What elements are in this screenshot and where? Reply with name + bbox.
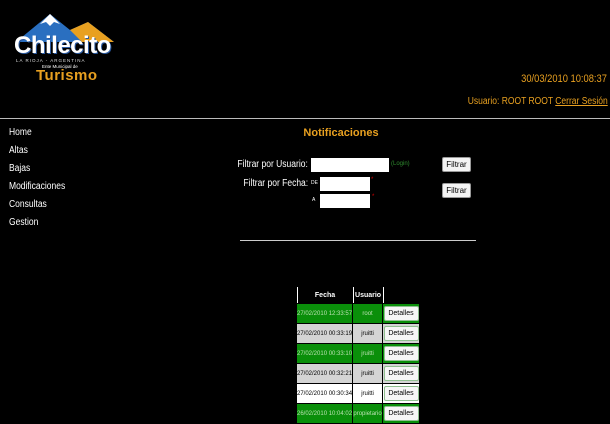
cell-usuario: propietario — [353, 404, 383, 423]
cell-usuario: jruitti — [353, 384, 383, 403]
cell-usuario: jruitti — [353, 364, 383, 383]
notifications-table: Fecha Usuario 27/02/2010 12:33:57 root D… — [296, 286, 420, 424]
sidebar-item-gestion[interactable]: Gestion — [9, 217, 65, 235]
table-row: 27/02/2010 00:33:19 jruitti Detalles — [297, 324, 419, 343]
cell-actions: Detalles — [383, 344, 419, 363]
logo-turismo: Turismo — [36, 67, 98, 84]
cell-actions: Detalles — [383, 404, 419, 423]
cell-actions: Detalles — [383, 364, 419, 383]
table-header-row: Fecha Usuario — [297, 287, 419, 303]
sidebar-nav: Home Altas Bajas Modificaciones Consulta… — [9, 127, 75, 235]
sidebar-item-bajas[interactable]: Bajas — [9, 163, 65, 181]
table-row: 27/02/2010 12:33:57 root Detalles — [297, 304, 419, 323]
cell-usuario: root — [353, 304, 383, 323]
details-button[interactable]: Detalles — [383, 366, 419, 381]
date-from-marker: * — [371, 177, 374, 183]
details-button[interactable]: Detalles — [383, 306, 419, 321]
login-hint: (Login) — [391, 161, 410, 167]
table-row: 27/02/2010 00:33:10 jruitti Detalles — [297, 344, 419, 363]
chilecito-turismo-logo: Chilecito LA RIOJA - ARGENTINA Ente Muni… — [10, 12, 120, 84]
cell-fecha: 27/02/2010 00:30:34 — [297, 384, 353, 403]
filter-user-label: Filtrar por Usuario: — [237, 159, 308, 170]
filter-date-button[interactable]: Filtrar — [442, 183, 471, 198]
column-header-actions — [383, 287, 419, 303]
filter-user-button[interactable]: Filtrar — [442, 157, 471, 172]
date-from-input[interactable] — [320, 177, 370, 191]
table-row: 27/02/2010 00:30:34 jruitti Detalles — [297, 384, 419, 403]
cell-fecha: 26/02/2010 10:04:02 — [297, 404, 353, 423]
cell-usuario: jruitti — [353, 344, 383, 363]
date-from-label: DE — [311, 180, 318, 186]
logout-link[interactable]: Cerrar Sesión — [556, 96, 608, 107]
sidebar-item-consultas[interactable]: Consultas — [9, 199, 65, 217]
cell-fecha: 27/02/2010 00:33:10 — [297, 344, 353, 363]
details-button[interactable]: Detalles — [383, 386, 419, 401]
cell-fecha: 27/02/2010 00:32:21 — [297, 364, 353, 383]
table-body: 27/02/2010 12:33:57 root Detalles 27/02/… — [297, 304, 419, 423]
filter-date-label: Filtrar por Fecha: — [243, 178, 308, 189]
sidebar-item-home[interactable]: Home — [9, 127, 65, 145]
details-button[interactable]: Detalles — [383, 346, 419, 361]
date-to-input[interactable] — [320, 194, 370, 208]
table-row: 26/02/2010 10:04:02 propietario Detalles — [297, 404, 419, 423]
details-button[interactable]: Detalles — [383, 406, 419, 421]
cell-actions: Detalles — [383, 304, 419, 323]
column-header-usuario: Usuario — [353, 287, 383, 303]
cell-actions: Detalles — [383, 384, 419, 403]
filter-user-input[interactable] — [311, 158, 389, 172]
header-divider — [0, 118, 610, 119]
sidebar-item-modificaciones[interactable]: Modificaciones — [9, 181, 65, 199]
date-to-marker: * — [372, 194, 375, 200]
page-title: Notificaciones — [303, 127, 379, 139]
sidebar-item-altas[interactable]: Altas — [9, 145, 65, 163]
cell-fecha: 27/02/2010 12:33:57 — [297, 304, 353, 323]
current-datetime: 30/03/2010 10:08:37 — [521, 73, 607, 85]
user-label: Usuario: ROOT ROOT — [468, 96, 554, 107]
user-info: Usuario: ROOT ROOT Cerrar Sesión — [468, 96, 608, 107]
logo-region: LA RIOJA - ARGENTINA — [16, 58, 86, 63]
date-to-label: A — [312, 197, 316, 203]
cell-actions: Detalles — [383, 324, 419, 343]
cell-usuario: jruitti — [353, 324, 383, 343]
details-button[interactable]: Detalles — [383, 326, 419, 341]
logo-name: Chilecito — [14, 32, 111, 59]
cell-fecha: 27/02/2010 00:33:19 — [297, 324, 353, 343]
table-row: 27/02/2010 00:32:21 jruitti Detalles — [297, 364, 419, 383]
content-divider — [240, 240, 476, 241]
column-header-fecha: Fecha — [297, 287, 353, 303]
